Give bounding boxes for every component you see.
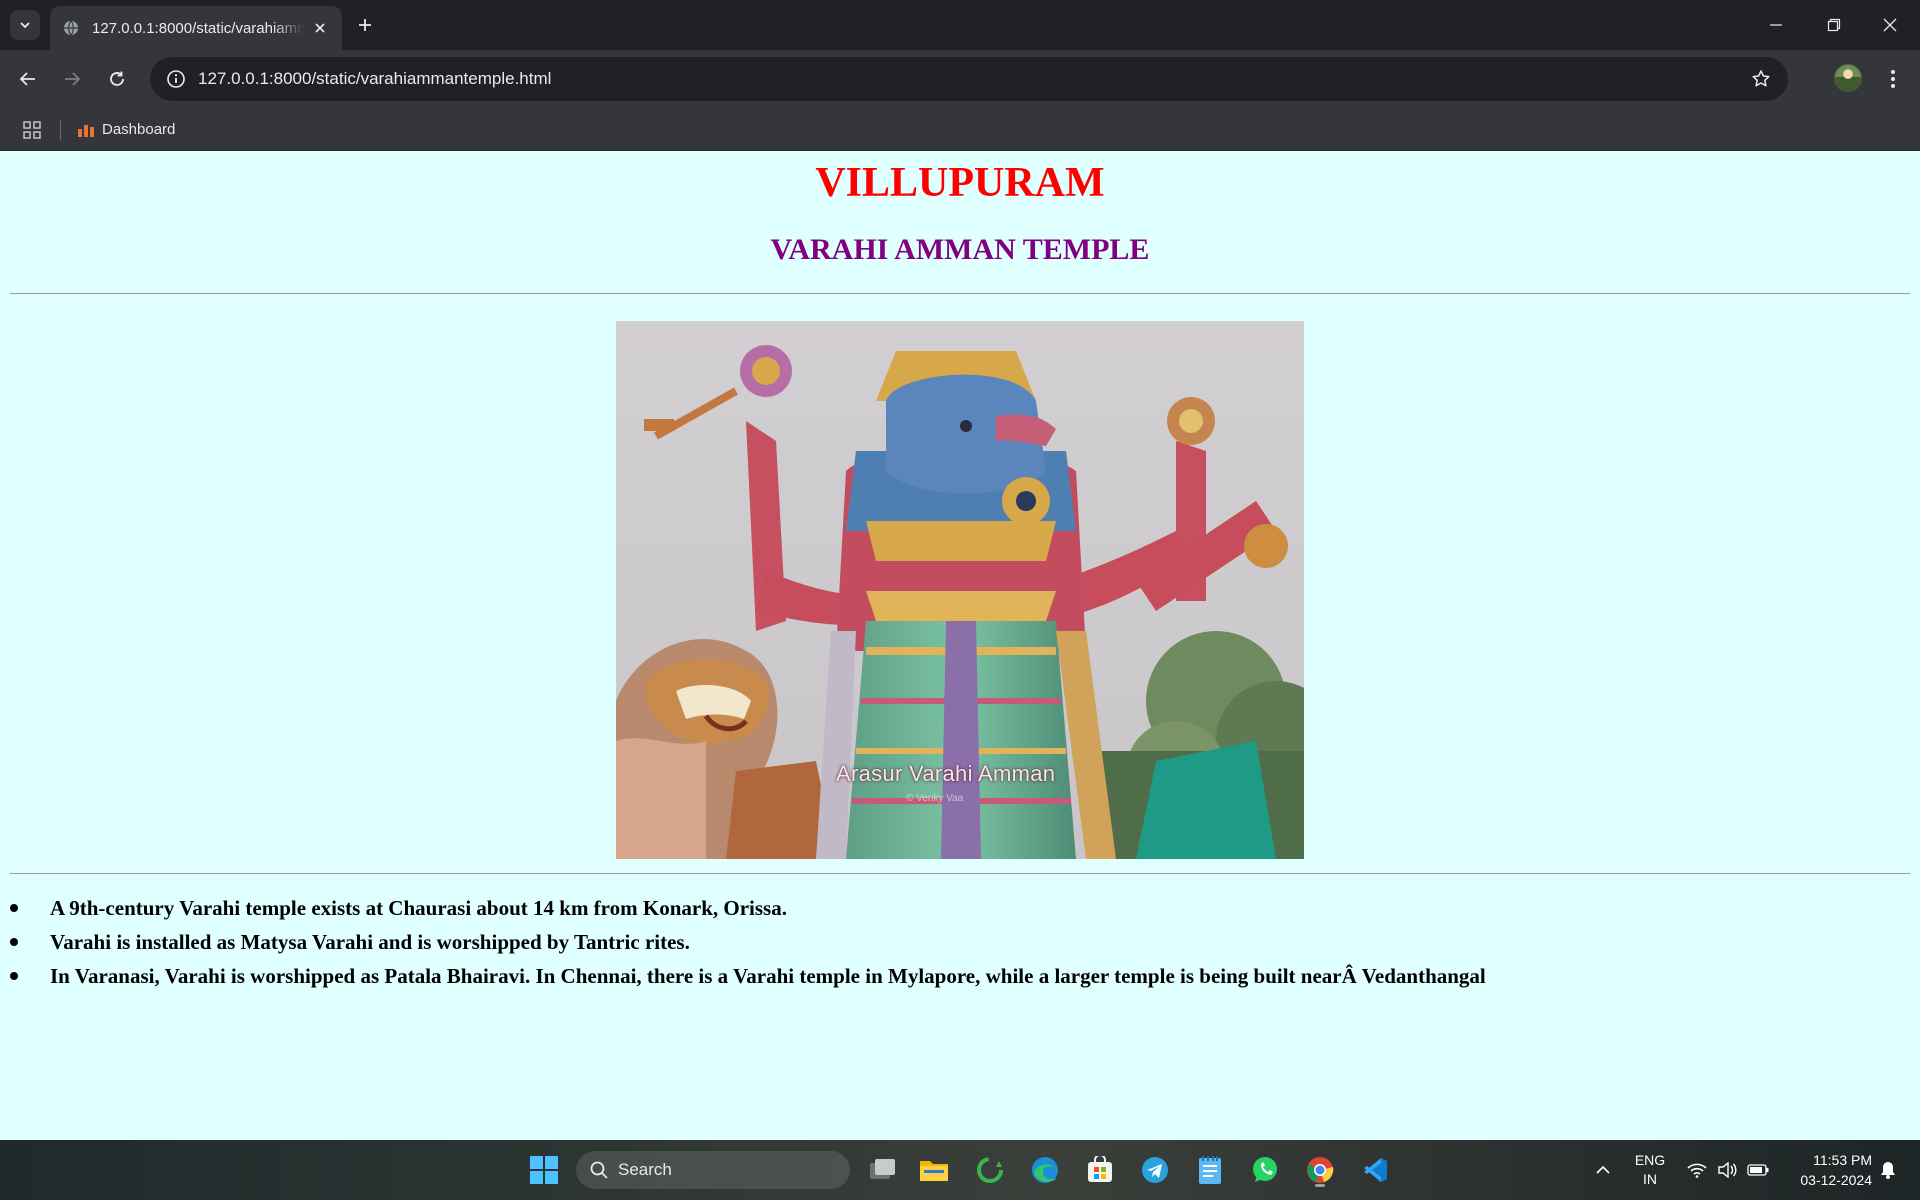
- browser-menu-button[interactable]: [1880, 64, 1906, 94]
- globe-icon: [62, 19, 80, 37]
- divider-bottom: [10, 873, 1910, 875]
- search-icon: [590, 1161, 608, 1179]
- store-icon[interactable]: [1080, 1150, 1120, 1190]
- whatsapp-icon[interactable]: [1245, 1150, 1285, 1190]
- sync-icon[interactable]: [970, 1150, 1010, 1190]
- task-view-icon[interactable]: [862, 1150, 902, 1190]
- tray-overflow-icon[interactable]: [1588, 1140, 1618, 1200]
- forward-button[interactable]: [57, 64, 87, 94]
- close-window-button[interactable]: [1870, 8, 1910, 42]
- active-indicator: [1315, 1184, 1325, 1187]
- vscode-icon[interactable]: [1355, 1150, 1395, 1190]
- tab-close-icon[interactable]: [310, 18, 330, 38]
- chrome-icon[interactable]: [1300, 1150, 1340, 1190]
- bookmark-label: Dashboard: [102, 120, 176, 138]
- divider-top: [10, 293, 1910, 295]
- tab-search-button[interactable]: [10, 10, 40, 40]
- file-explorer-icon[interactable]: [914, 1150, 954, 1190]
- arrow-left-icon: [19, 72, 35, 86]
- list-item: Varahi is installed as Matysa Varahi and…: [0, 925, 1920, 959]
- close-icon: [1883, 18, 1897, 32]
- notepad-icon[interactable]: [1190, 1150, 1230, 1190]
- browser-toolbar: 127.0.0.1:8000/static/varahiammantemple.…: [0, 50, 1920, 108]
- edge-icon[interactable]: [1025, 1150, 1065, 1190]
- page-subheading: VARAHI AMMAN TEMPLE: [770, 233, 1150, 266]
- region-code: IN: [1643, 1171, 1657, 1187]
- apps-grid-icon[interactable]: [20, 118, 44, 142]
- tab-title: 127.0.0.1:8000/static/varahiammantemple.…: [92, 19, 304, 37]
- reload-icon: [110, 71, 124, 86]
- arrow-right-icon: [65, 72, 81, 86]
- bookmark-dashboard[interactable]: Dashboard: [78, 116, 175, 142]
- wifi-icon[interactable]: [1686, 1140, 1708, 1200]
- plus-icon: [359, 19, 371, 31]
- chevron-down-icon: [20, 22, 30, 29]
- back-button[interactable]: [13, 64, 43, 94]
- browser-tab[interactable]: 127.0.0.1:8000/static/varahiammantemple.…: [50, 6, 342, 50]
- reload-button[interactable]: [102, 64, 132, 94]
- start-icon[interactable]: [524, 1150, 564, 1190]
- language-indicator[interactable]: ENG IN: [1630, 1140, 1670, 1200]
- volume-icon[interactable]: [1716, 1140, 1738, 1200]
- bookmark-star-icon[interactable]: [1750, 68, 1772, 90]
- bookmarks-bar: Dashboard: [0, 108, 1920, 151]
- clock-time: 11:53 PM: [1813, 1152, 1872, 1168]
- new-tab-button[interactable]: [352, 12, 378, 38]
- taskbar: Search ENG IN 11:53 PM 03-12-2024: [0, 1140, 1920, 1200]
- telegram-icon[interactable]: [1135, 1150, 1175, 1190]
- more-vert-icon: [1891, 70, 1895, 88]
- minimize-icon: [1770, 24, 1782, 26]
- photo-caption: Arasur Varahi Amman: [836, 761, 1056, 786]
- clock[interactable]: 11:53 PM 03-12-2024: [1780, 1140, 1872, 1200]
- bookmarks-divider: [60, 120, 61, 140]
- taskbar-search[interactable]: Search: [576, 1151, 850, 1189]
- tab-strip: 127.0.0.1:8000/static/varahiammantemple.…: [0, 0, 1920, 50]
- restore-icon: [1827, 18, 1841, 32]
- site-info-icon[interactable]: [158, 69, 194, 89]
- web-page: VILLUPURAM VARAHI AMMAN TEMPLE Arasur Va…: [0, 151, 1920, 1140]
- facts-list: A 9th-century Varahi temple exists at Ch…: [0, 891, 1920, 993]
- page-heading: VILLUPURAM: [815, 160, 1105, 206]
- url-text[interactable]: 127.0.0.1:8000/static/varahiammantemple.…: [198, 69, 551, 89]
- photo-credit: © Venky Vaa: [906, 793, 964, 804]
- address-bar[interactable]: 127.0.0.1:8000/static/varahiammantemple.…: [150, 57, 1788, 101]
- taskbar-search-placeholder: Search: [618, 1160, 672, 1179]
- battery-icon[interactable]: [1746, 1140, 1770, 1200]
- minimize-button[interactable]: [1756, 8, 1796, 42]
- profile-avatar[interactable]: [1834, 64, 1862, 92]
- list-item: A 9th-century Varahi temple exists at Ch…: [0, 891, 1920, 925]
- clock-date: 03-12-2024: [1800, 1172, 1872, 1188]
- dashboard-logo-icon: [78, 121, 96, 137]
- temple-photo: Arasur Varahi Amman © Venky Vaa: [616, 321, 1304, 859]
- list-item: In Varanasi, Varahi is worshipped as Pat…: [0, 959, 1920, 993]
- notification-bell-icon[interactable]: [1876, 1140, 1900, 1200]
- language-code: ENG: [1634, 1152, 1666, 1168]
- restore-button[interactable]: [1814, 8, 1854, 42]
